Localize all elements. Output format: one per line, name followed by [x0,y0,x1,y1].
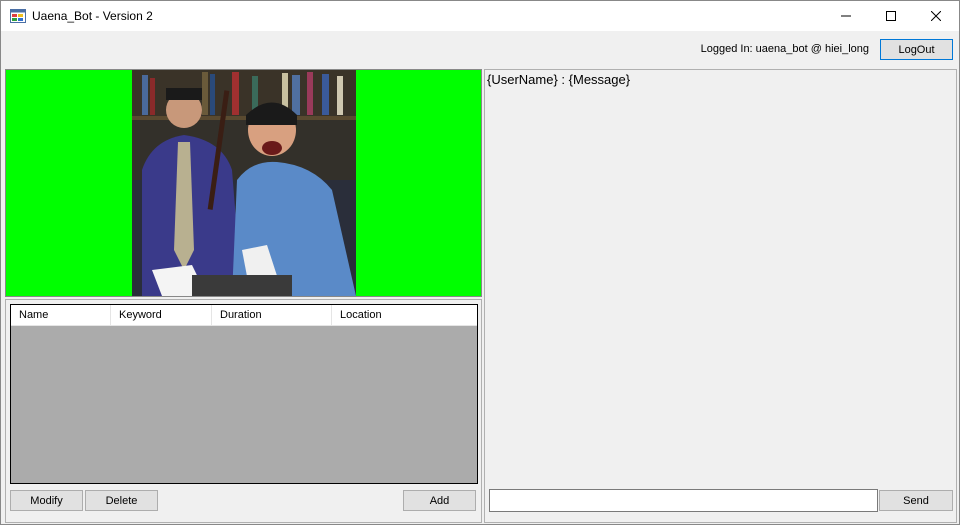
logout-button[interactable]: LogOut [880,39,953,60]
chat-log: {UserName} : {Message} [487,72,631,87]
maximize-icon [886,11,896,21]
close-button[interactable] [913,1,959,31]
video-preview-panel [5,69,482,297]
delete-button[interactable]: Delete [85,490,158,511]
chat-panel: {UserName} : {Message} Send [484,69,957,523]
minimize-button[interactable] [823,1,869,31]
add-button[interactable]: Add [403,490,476,511]
send-button[interactable]: Send [879,490,953,511]
minimize-icon [841,15,851,17]
title-bar[interactable]: Uaena_Bot - Version 2 [1,1,959,31]
column-header-location[interactable]: Location [332,305,477,326]
app-window-icon [10,9,26,23]
login-status: Logged In: uaena_bot @ hiei_long [700,43,869,55]
header-bar: Logged In: uaena_bot @ hiei_long LogOut [1,31,959,68]
column-header-keyword[interactable]: Keyword [111,305,212,326]
maximize-button[interactable] [868,1,914,31]
video-frame [132,70,356,296]
video-frame-image [132,70,356,296]
window-title: Uaena_Bot - Version 2 [32,9,153,23]
close-icon [931,11,941,21]
table-header: Name Keyword Duration Location [11,305,477,326]
message-input[interactable] [489,489,878,512]
media-table[interactable]: Name Keyword Duration Location [10,304,478,484]
main-window: Uaena_Bot - Version 2 Logged In: uaena_b… [0,0,960,525]
column-header-duration[interactable]: Duration [212,305,332,326]
table-body[interactable] [11,326,477,483]
media-table-group: Name Keyword Duration Location Modify De… [5,299,482,523]
column-header-name[interactable]: Name [11,305,111,326]
modify-button[interactable]: Modify [10,490,83,511]
